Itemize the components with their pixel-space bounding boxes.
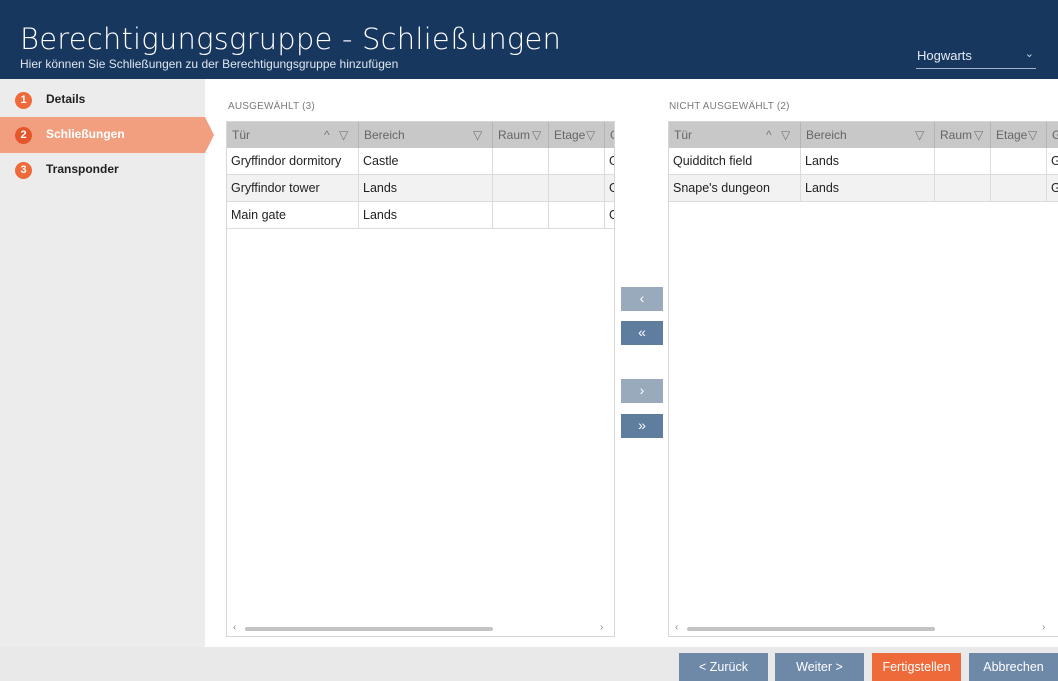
selected-table: Tür ^ ▽ Bereich ▽ Raum ▽ Etage ▽ G Gryff… — [226, 121, 615, 637]
cell-tuer: Quidditch field — [669, 148, 801, 174]
cell-tuer: Gryffindor dormitory — [227, 148, 359, 174]
cell-raum — [493, 175, 549, 201]
wizard-steps-sidebar: 1 Details 2 Schließungen 3 Transponder — [0, 79, 214, 647]
column-header-g[interactable]: G — [1047, 122, 1058, 148]
step-number: 1 — [15, 92, 32, 109]
filter-icon[interactable]: ▽ — [781, 122, 790, 148]
scrollbar-thumb[interactable] — [687, 627, 935, 631]
not-selected-label: NICHT AUSGEWÄHLT (2) — [669, 101, 790, 112]
cell-g: G — [1047, 175, 1058, 201]
filter-icon[interactable]: ▽ — [973, 122, 984, 148]
site-dropdown[interactable]: Hogwarts ⌄ — [916, 47, 1036, 69]
selected-label: AUSGEWÄHLT (3) — [228, 101, 315, 112]
scroll-left-icon[interactable]: ‹ — [233, 622, 236, 633]
cell-etage — [991, 148, 1047, 174]
column-header-label: G — [610, 128, 614, 142]
cell-tuer: Snape's dungeon — [669, 175, 801, 201]
column-header-label: G — [1052, 128, 1058, 142]
scroll-right-icon[interactable]: › — [600, 622, 603, 633]
table-header: Tür ^ ▽ Bereich ▽ Raum ▽ Etage ▽ G — [669, 122, 1058, 148]
table-row[interactable]: Main gate Lands G — [227, 202, 614, 229]
step-schliessungen[interactable]: 2 Schließungen — [0, 117, 214, 153]
footer-bar: < Zurück Weiter > Fertigstellen Abbreche… — [0, 647, 1058, 681]
cell-bereich: Castle — [359, 148, 493, 174]
step-details[interactable]: 1 Details — [0, 82, 205, 118]
back-button[interactable]: < Zurück — [679, 653, 768, 681]
scroll-right-icon[interactable]: › — [1042, 622, 1045, 633]
cell-raum — [493, 148, 549, 174]
step-label: Transponder — [46, 162, 119, 176]
column-header-label: Tür — [674, 128, 692, 142]
cell-bereich: Lands — [359, 175, 493, 201]
column-header-raum[interactable]: Raum ▽ — [493, 122, 549, 148]
table-row[interactable]: Quidditch field Lands G — [669, 148, 1058, 175]
filter-icon[interactable]: ▽ — [339, 122, 348, 148]
cell-bereich: Lands — [801, 148, 935, 174]
column-header-label: Bereich — [806, 128, 847, 142]
column-header-label: Etage — [554, 128, 586, 142]
cell-etage — [549, 148, 605, 174]
cell-bereich: Lands — [359, 202, 493, 228]
column-header-bereich[interactable]: Bereich ▽ — [801, 122, 935, 148]
step-number: 3 — [15, 162, 32, 179]
scroll-left-icon[interactable]: ‹ — [675, 622, 678, 633]
scrollbar-thumb[interactable] — [245, 627, 493, 631]
cancel-button[interactable]: Abbrechen — [969, 653, 1058, 681]
horizontal-scrollbar[interactable]: ‹ › — [227, 622, 614, 636]
column-header-etage[interactable]: Etage ▽ — [991, 122, 1047, 148]
filter-icon[interactable]: ▽ — [585, 122, 596, 148]
cell-raum — [493, 202, 549, 228]
filter-icon[interactable]: ▽ — [1027, 122, 1038, 148]
column-header-label: Tür — [232, 128, 250, 142]
column-header-etage[interactable]: Etage ▽ — [549, 122, 605, 148]
page-subtitle: Hier können Sie Schließungen zu der Bere… — [20, 57, 399, 71]
cell-g: G — [605, 175, 614, 201]
remove-all-button[interactable]: » — [621, 414, 663, 438]
add-one-button[interactable]: ‹ — [621, 287, 663, 311]
cell-raum — [935, 175, 991, 201]
column-header-raum[interactable]: Raum ▽ — [935, 122, 991, 148]
column-header-label: Raum — [940, 128, 973, 142]
sort-up-icon[interactable]: ^ — [766, 122, 772, 148]
column-header-g[interactable]: G — [605, 122, 614, 148]
column-header-bereich[interactable]: Bereich ▽ — [359, 122, 493, 148]
column-header-label: Raum — [498, 128, 531, 142]
column-header-tuer[interactable]: Tür ^ ▽ — [669, 122, 801, 148]
horizontal-scrollbar[interactable]: ‹ › — [669, 622, 1058, 636]
cell-g: G — [1047, 148, 1058, 174]
table-header: Tür ^ ▽ Bereich ▽ Raum ▽ Etage ▽ G — [227, 122, 614, 148]
step-label: Details — [46, 92, 86, 106]
table-row[interactable]: Snape's dungeon Lands G — [669, 175, 1058, 202]
cell-etage — [549, 175, 605, 201]
finish-button[interactable]: Fertigstellen — [872, 653, 961, 681]
cell-tuer: Gryffindor tower — [227, 175, 359, 201]
cell-etage — [549, 202, 605, 228]
add-all-button[interactable]: « — [621, 321, 663, 345]
column-header-label: Etage — [996, 128, 1028, 142]
column-header-label: Bereich — [364, 128, 405, 142]
column-header-tuer[interactable]: Tür ^ ▽ — [227, 122, 359, 148]
cell-bereich: Lands — [801, 175, 935, 201]
cell-g: G — [605, 202, 614, 228]
filter-icon[interactable]: ▽ — [531, 122, 542, 148]
step-transponder[interactable]: 3 Transponder — [0, 152, 205, 188]
page-title: Berechtigungsgruppe - Schließungen — [20, 22, 562, 56]
cell-g: G — [605, 148, 614, 174]
cell-tuer: Main gate — [227, 202, 359, 228]
step-number: 2 — [15, 127, 32, 144]
not-selected-table: Tür ^ ▽ Bereich ▽ Raum ▽ Etage ▽ G Quidd… — [668, 121, 1058, 637]
step-label: Schließungen — [46, 127, 125, 141]
chevron-down-icon: ⌄ — [1024, 48, 1034, 60]
cell-etage — [991, 175, 1047, 201]
filter-icon[interactable]: ▽ — [915, 122, 924, 148]
site-dropdown-value: Hogwarts — [917, 48, 972, 63]
next-button[interactable]: Weiter > — [775, 653, 864, 681]
sort-up-icon[interactable]: ^ — [324, 122, 330, 148]
remove-one-button[interactable]: › — [621, 379, 663, 403]
header-bar: Berechtigungsgruppe - Schließungen Hier … — [0, 0, 1058, 79]
table-row[interactable]: Gryffindor tower Lands G — [227, 175, 614, 202]
table-row[interactable]: Gryffindor dormitory Castle G — [227, 148, 614, 175]
cell-raum — [935, 148, 991, 174]
filter-icon[interactable]: ▽ — [473, 122, 482, 148]
